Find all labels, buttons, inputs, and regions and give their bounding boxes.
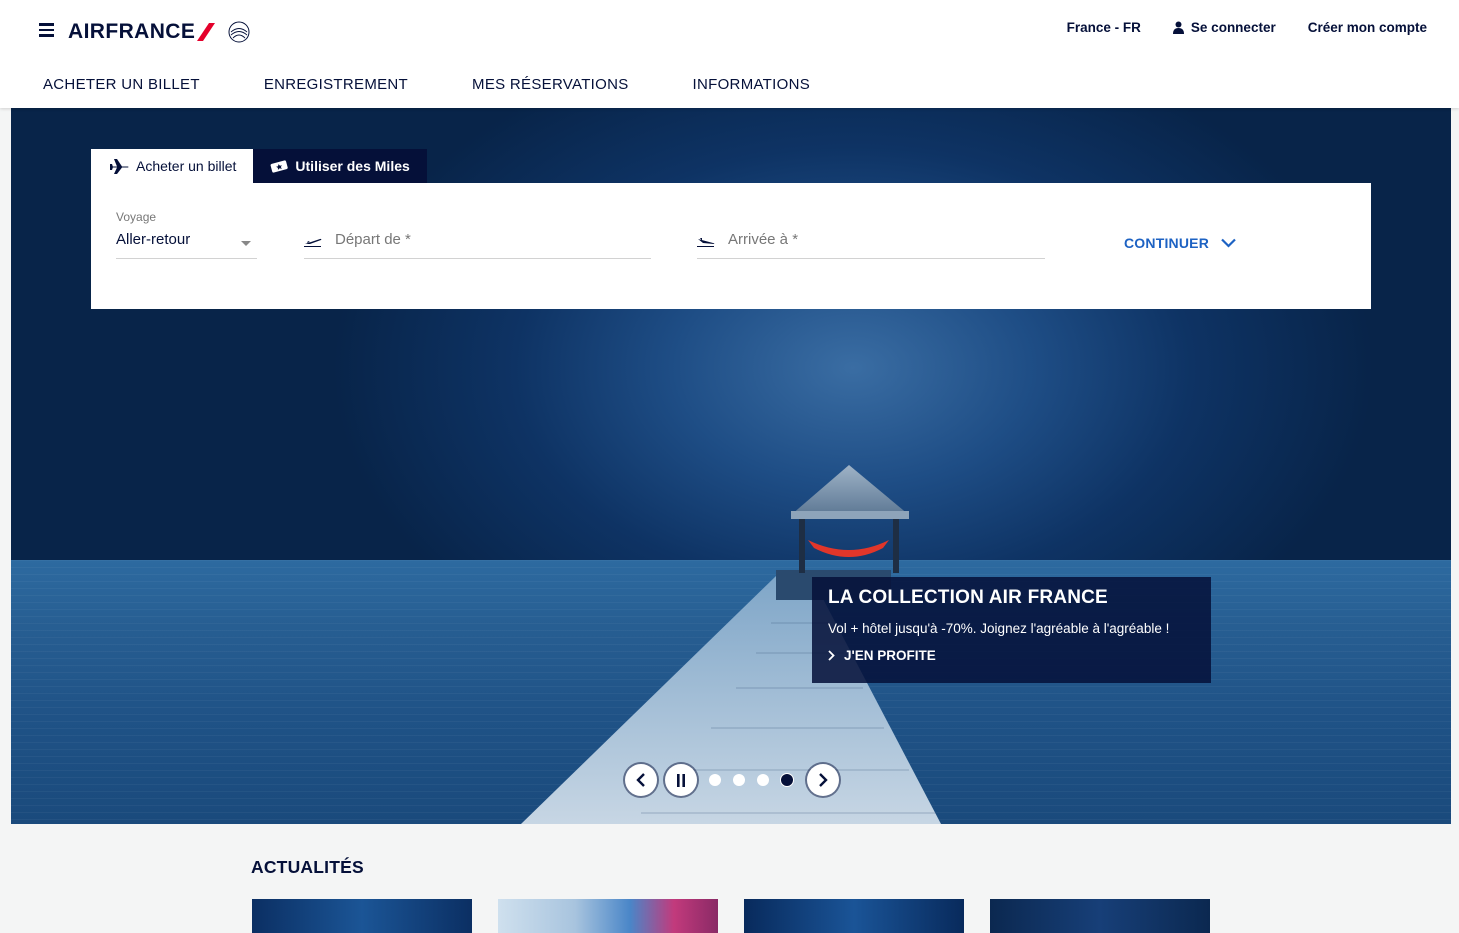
chevron-down-icon [241, 241, 251, 246]
carousel-controls [625, 764, 839, 796]
carousel-dot-2[interactable] [733, 774, 745, 786]
booking-form: Voyage Aller-retour Départ de * Arrivée … [91, 183, 1371, 309]
airfrance-logo[interactable]: AIRFRANCE [68, 17, 253, 47]
hero-banner: Acheter un billet Utiliser des Miles Voy… [11, 108, 1451, 824]
news-section-title: ACTUALITÉS [251, 857, 364, 877]
promo-title: LA COLLECTION AIR FRANCE [828, 587, 1108, 608]
plane-icon [110, 158, 129, 174]
menu-icon[interactable] [39, 23, 55, 37]
top-right-links: France - FR Se connecter Créer mon compt… [1035, 20, 1427, 35]
tab-label: Utiliser des Miles [295, 158, 410, 174]
ticket-icon [270, 160, 289, 173]
news-card[interactable] [744, 899, 964, 933]
chevron-right-icon [828, 650, 835, 661]
logo-text: AIRFRANCE [68, 20, 196, 43]
promo-text: Vol + hôtel jusqu'à -70%. Joignez l'agré… [828, 621, 1170, 636]
carousel-prev-button[interactable] [625, 764, 657, 796]
carousel-dot-3[interactable] [757, 774, 769, 786]
tab-label: Acheter un billet [136, 158, 237, 174]
chevron-right-icon [819, 773, 828, 787]
login-label: Se connecter [1190, 20, 1276, 35]
departure-field[interactable]: Départ de * [304, 231, 651, 259]
tab-acheter-billet[interactable]: Acheter un billet [91, 149, 254, 183]
nav-item-acheter[interactable]: ACHETER UN BILLET [43, 76, 200, 93]
news-card[interactable] [252, 899, 472, 933]
voyage-value: Aller-retour [116, 231, 191, 248]
promo-card[interactable]: LA COLLECTION AIR FRANCE Vol + hôtel jus… [812, 577, 1211, 683]
landing-icon [697, 238, 715, 247]
nav-item-informations[interactable]: INFORMATIONS [693, 76, 810, 93]
nav-item-reservations[interactable]: MES RÉSERVATIONS [472, 76, 629, 93]
carousel-pause-button[interactable] [665, 764, 697, 796]
user-icon [1172, 21, 1184, 34]
news-card[interactable] [498, 899, 718, 933]
booking-tabs: Acheter un billet Utiliser des Miles [91, 149, 427, 183]
arrival-placeholder: Arrivée à * [728, 231, 799, 248]
nav-item-enregistrement[interactable]: ENREGISTREMENT [264, 76, 408, 93]
carousel-next-button[interactable] [807, 764, 839, 796]
arrival-field[interactable]: Arrivée à * [697, 231, 1045, 259]
departure-placeholder: Départ de * [335, 231, 411, 248]
news-card[interactable] [990, 899, 1210, 933]
promo-link[interactable]: J'EN PROFITE [828, 648, 1195, 663]
promo-link-label: J'EN PROFITE [844, 648, 936, 663]
carousel-dot-4[interactable] [781, 774, 793, 786]
continue-button[interactable]: CONTINUER [1124, 235, 1236, 251]
chevron-left-icon [636, 773, 645, 787]
main-nav: ACHETER UN BILLET ENREGISTREMENT MES RÉS… [43, 76, 874, 93]
create-account-link[interactable]: Créer mon compte [1308, 20, 1427, 35]
login-link[interactable]: Se connecter [1172, 20, 1276, 35]
voyage-label: Voyage [116, 210, 157, 224]
voyage-select[interactable]: Aller-retour [116, 231, 257, 259]
carousel-dot-1[interactable] [709, 774, 721, 786]
pause-icon [677, 773, 685, 787]
tab-utiliser-miles[interactable]: Utiliser des Miles [253, 149, 427, 183]
language-selector[interactable]: France - FR [1067, 20, 1141, 35]
continue-label: CONTINUER [1124, 235, 1210, 251]
logo-mark-icon [197, 21, 250, 43]
site-header: AIRFRANCE France - FR Se connecter Créer… [0, 0, 1459, 108]
takeoff-icon [304, 238, 322, 247]
chevron-down-icon [1221, 238, 1236, 248]
